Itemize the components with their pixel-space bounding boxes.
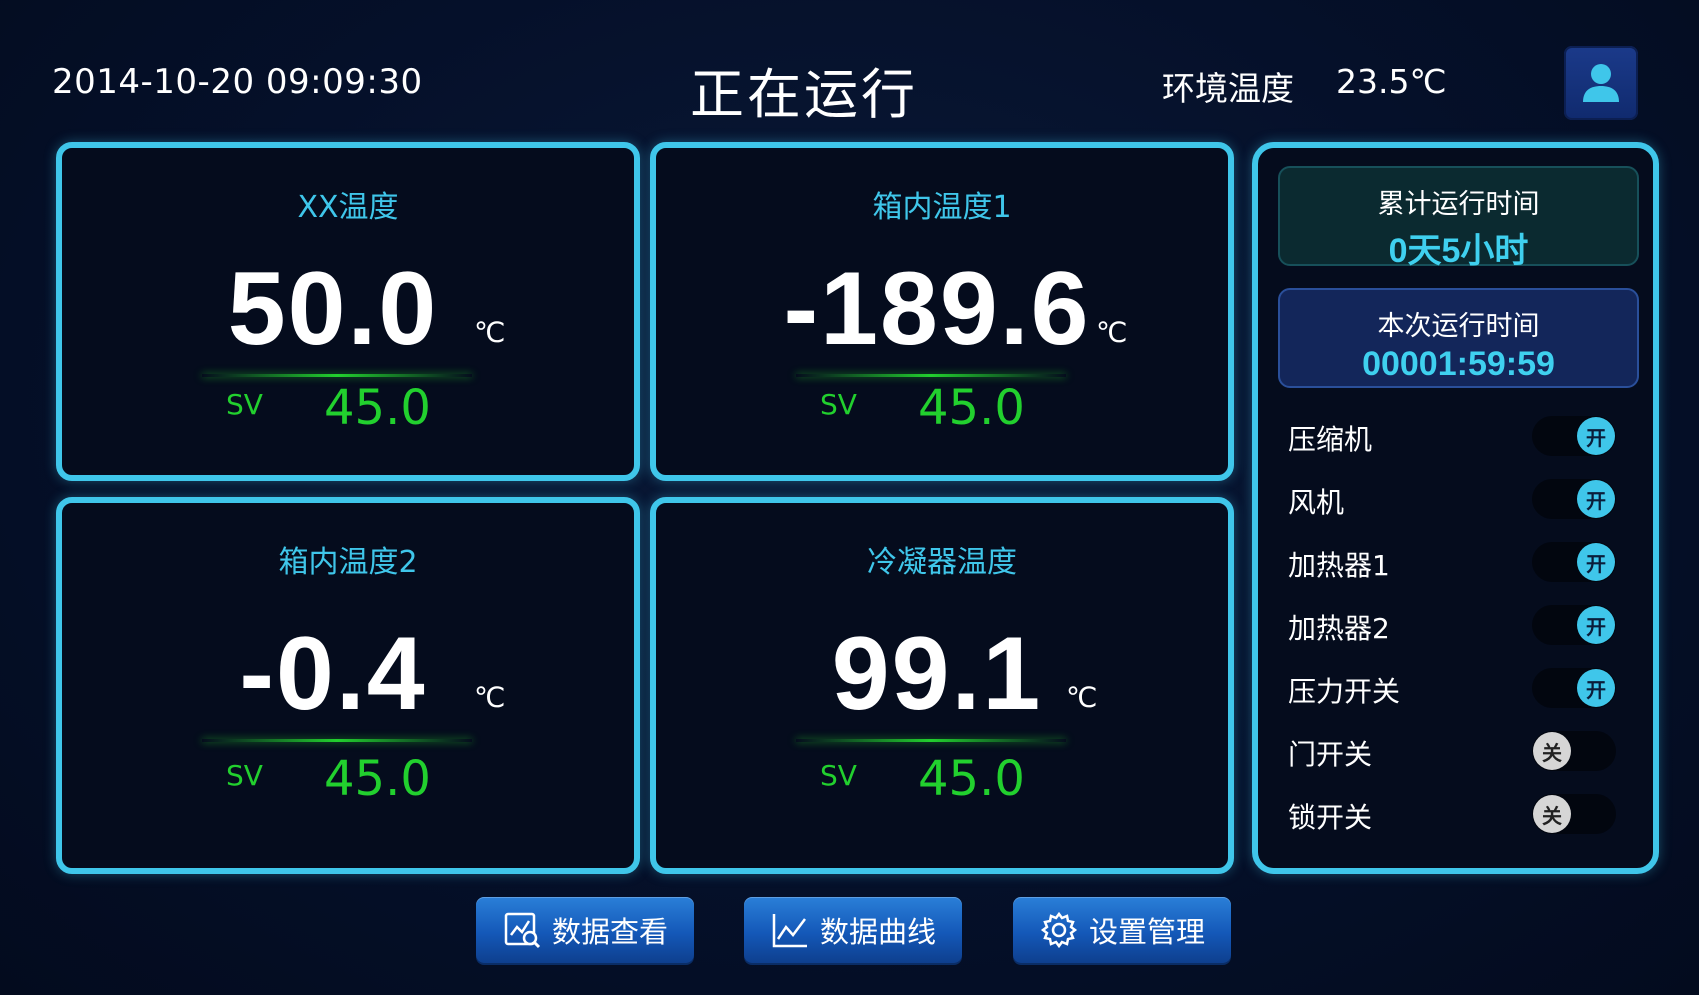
env-temp-value: 23.5℃ (1336, 62, 1447, 101)
door-switch-toggle[interactable]: 关 (1532, 731, 1616, 771)
switch-label: 压缩机 (1288, 423, 1373, 456)
main-screen: 2014-10-20 09:09:30 正在运行 环境温度 23.5℃ XX温度… (0, 0, 1699, 995)
panel-value: -0.4 (239, 616, 427, 732)
current-runtime-value: 00001:59:59 (1362, 345, 1555, 383)
sv-label: SV (820, 388, 857, 421)
switch-label: 门开关 (1288, 738, 1373, 771)
temp-panel-box-2: 箱内温度2 -0.4 ℃ SV 45.0 (56, 497, 640, 874)
sv-value: 45.0 (324, 751, 431, 807)
data-view-label: 数据查看 (551, 915, 668, 949)
sv-value: 45.0 (324, 380, 431, 436)
sv-value: 45.0 (918, 380, 1025, 436)
switch-label: 压力开关 (1288, 675, 1401, 708)
toggle-knob: 开 (1577, 543, 1615, 581)
switch-label: 风机 (1288, 486, 1345, 519)
panel-title: 冷凝器温度 (867, 545, 1017, 580)
compressor-toggle[interactable]: 开 (1532, 416, 1616, 456)
switch-row-lock: 锁开关 关 (1288, 788, 1618, 838)
panel-title: XX温度 (297, 190, 399, 225)
sv-label: SV (226, 759, 263, 792)
panel-title: 箱内温度1 (872, 190, 1012, 225)
switch-row-fan: 风机 开 (1288, 473, 1618, 523)
pressure-switch-toggle[interactable]: 开 (1532, 668, 1616, 708)
panel-unit: ℃ (474, 316, 506, 349)
panel-unit: ℃ (474, 681, 506, 714)
switch-label: 锁开关 (1288, 801, 1373, 834)
data-curve-button[interactable]: 数据曲线 (744, 897, 962, 963)
panel-value: 50.0 (227, 251, 439, 367)
switch-row-door: 门开关 关 (1288, 725, 1618, 775)
panel-divider (796, 374, 1066, 377)
line-chart-icon (770, 910, 810, 950)
panel-divider (202, 739, 472, 742)
current-runtime-box: 本次运行时间 00001:59:59 (1278, 288, 1639, 388)
env-temp-label: 环境温度 (1162, 69, 1294, 108)
sv-value: 45.0 (918, 751, 1025, 807)
data-view-icon (502, 910, 542, 950)
current-runtime-label: 本次运行时间 (1377, 311, 1540, 342)
settings-label: 设置管理 (1088, 915, 1205, 949)
panel-title: 箱内温度2 (278, 545, 418, 580)
switch-label: 加热器2 (1288, 612, 1390, 645)
datetime-display: 2014-10-20 09:09:30 (52, 62, 423, 102)
toggle-knob: 开 (1577, 606, 1615, 644)
temp-panel-box-1: 箱内温度1 -189.6 ℃ SV 45.0 (650, 142, 1234, 481)
switch-row-compressor: 压缩机 开 (1288, 410, 1618, 460)
status-panel: 累计运行时间 0天5小时 本次运行时间 00001:59:59 压缩机 开 风机… (1252, 142, 1659, 874)
toggle-knob: 开 (1577, 669, 1615, 707)
user-button[interactable] (1564, 46, 1638, 120)
panel-value: -189.6 (783, 251, 1091, 367)
toggle-knob: 开 (1577, 417, 1615, 455)
switch-row-heater-2: 加热器2 开 (1288, 599, 1618, 649)
toggle-knob: 关 (1533, 732, 1571, 770)
user-icon (1583, 64, 1619, 102)
heater-2-toggle[interactable]: 开 (1532, 605, 1616, 645)
data-curve-label: 数据曲线 (819, 915, 936, 949)
heater-1-toggle[interactable]: 开 (1532, 542, 1616, 582)
total-runtime-label: 累计运行时间 (1377, 189, 1540, 220)
switch-row-heater-1: 加热器1 开 (1288, 536, 1618, 586)
settings-button[interactable]: 设置管理 (1013, 897, 1231, 963)
lock-switch-toggle[interactable]: 关 (1532, 794, 1616, 834)
temp-panel-condenser: 冷凝器温度 99.1 ℃ SV 45.0 (650, 497, 1234, 874)
sv-label: SV (820, 759, 857, 792)
panel-unit: ℃ (1096, 316, 1128, 349)
status-title: 正在运行 (690, 63, 918, 126)
panel-divider (202, 374, 472, 377)
toggle-knob: 开 (1577, 480, 1615, 518)
switch-label: 加热器1 (1288, 549, 1390, 582)
panel-value: 99.1 (831, 616, 1043, 732)
switch-row-pressure: 压力开关 开 (1288, 662, 1618, 712)
panel-unit: ℃ (1066, 681, 1098, 714)
gear-icon (1039, 910, 1079, 950)
temp-panel-xx: XX温度 50.0 ℃ SV 45.0 (56, 142, 640, 481)
toggle-knob: 关 (1533, 795, 1571, 833)
total-runtime-box: 累计运行时间 0天5小时 (1278, 166, 1639, 270)
data-view-button[interactable]: 数据查看 (476, 897, 694, 963)
panel-divider (796, 739, 1066, 742)
sv-label: SV (226, 388, 263, 421)
fan-toggle[interactable]: 开 (1532, 479, 1616, 519)
total-runtime-value: 0天5小时 (1388, 232, 1529, 270)
